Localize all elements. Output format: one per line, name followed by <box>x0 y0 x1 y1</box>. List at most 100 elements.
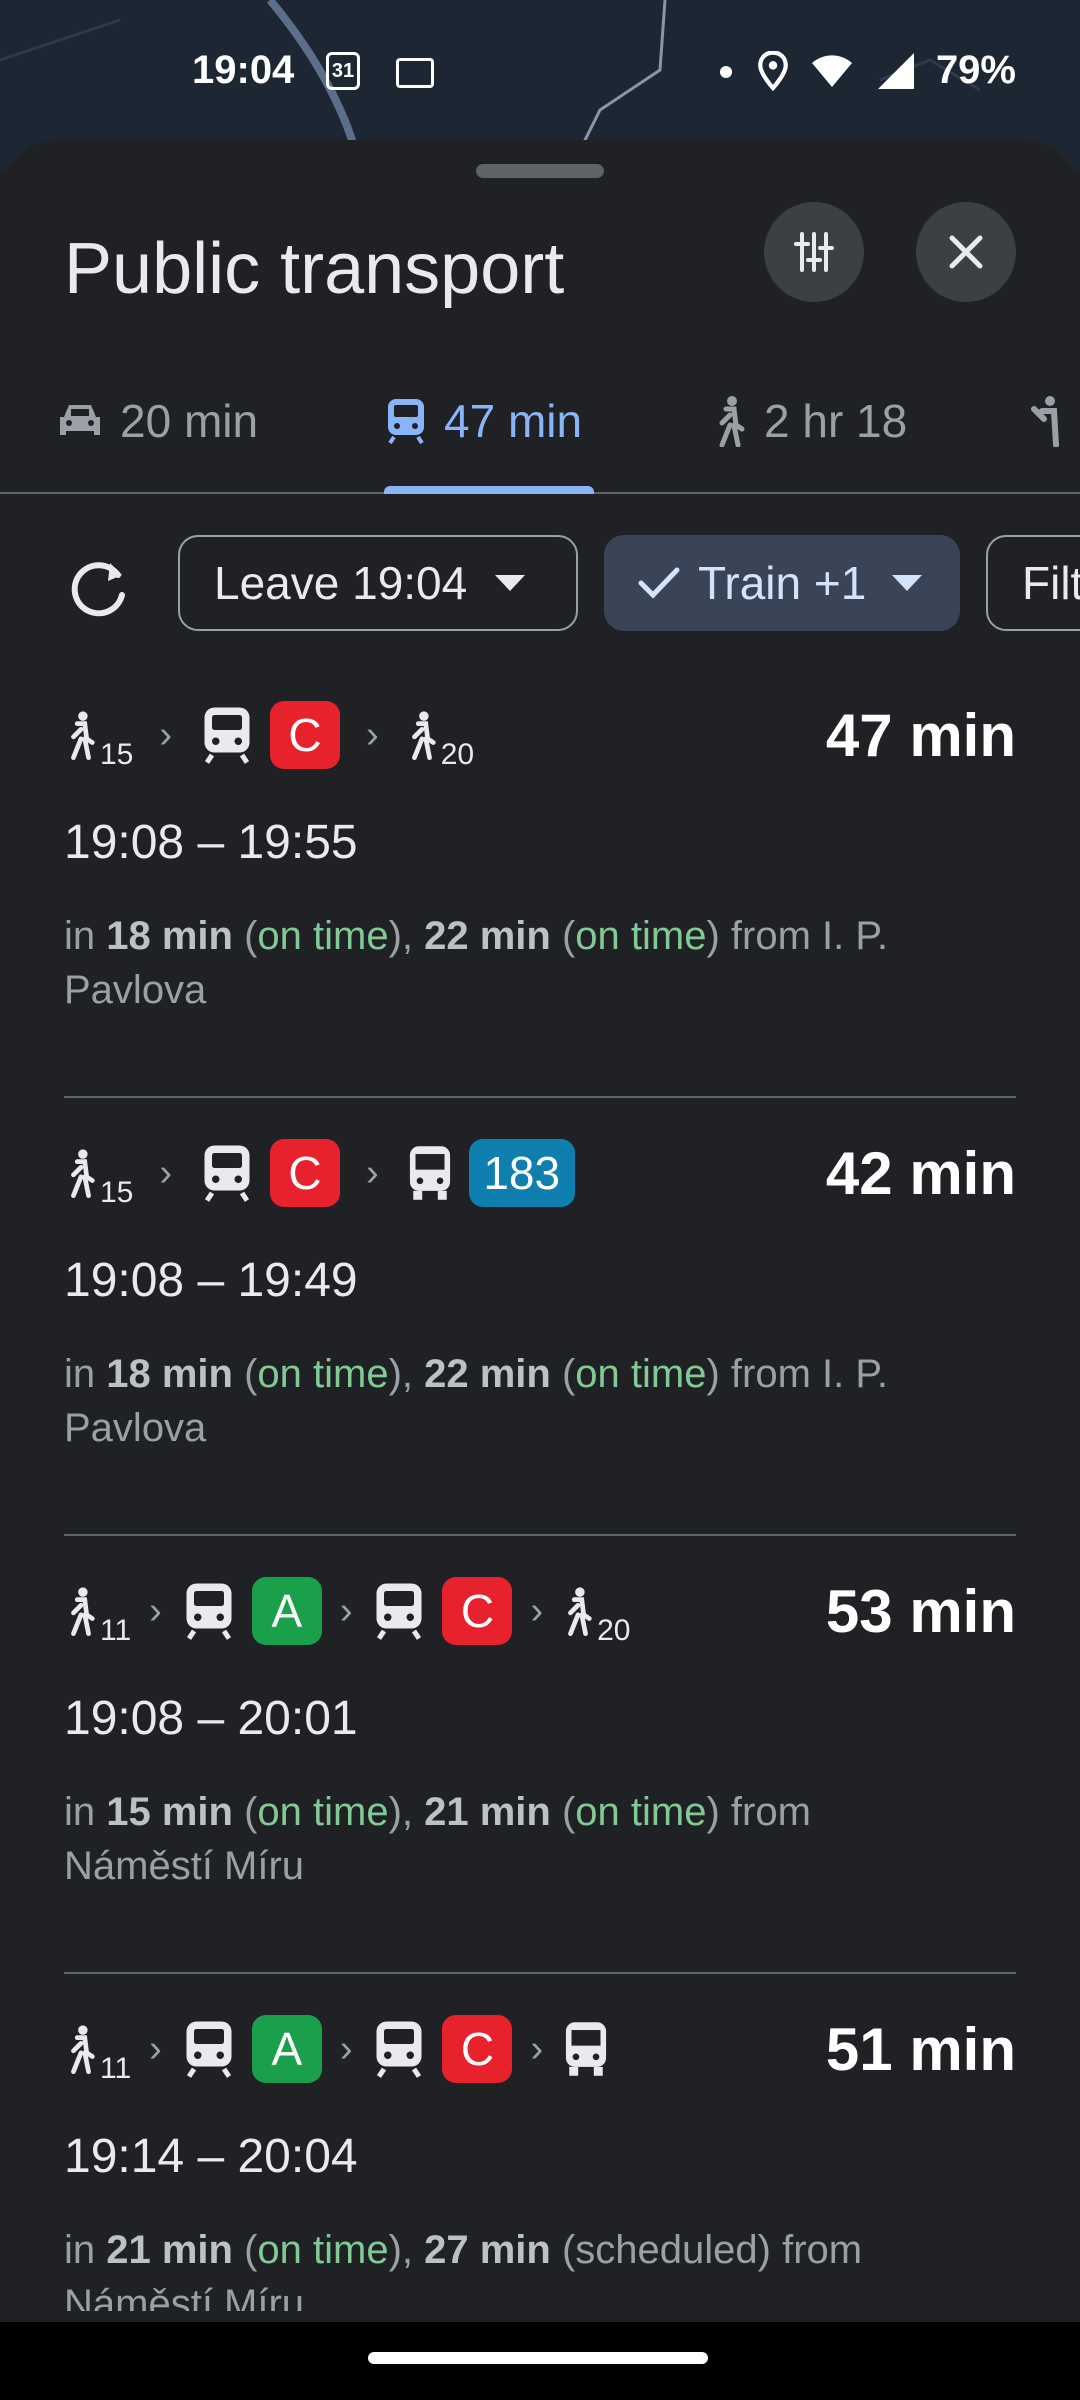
signal-icon <box>877 52 914 89</box>
home-gesture-pill[interactable] <box>368 2352 708 2364</box>
tab-driving-label: 20 min <box>120 395 259 447</box>
ride-hail-icon <box>1031 396 1059 447</box>
line-badge: A <box>251 2015 322 2083</box>
dropdown-arrow-icon <box>495 575 526 591</box>
line-badge: 183 <box>468 1139 575 1207</box>
tram-icon <box>198 1143 256 1203</box>
status-bar: 19:04 31 79% <box>0 0 1080 140</box>
walk-icon <box>568 1587 592 1637</box>
walk-icon <box>411 711 436 761</box>
departure-info: in 21 min (on time), 27 min (scheduled) … <box>64 2228 863 2311</box>
tab-driving[interactable]: 20 min <box>56 350 258 492</box>
walk-minutes: 15 <box>100 1176 134 1209</box>
bus-icon <box>561 2020 611 2078</box>
notification-dot-icon <box>720 66 732 78</box>
walk-minutes: 11 <box>100 2052 132 2085</box>
battery-level: 79% <box>935 48 1016 92</box>
wifi-icon <box>811 54 852 87</box>
walk-step: 20 <box>561 1580 631 1647</box>
route-duration: 47 min <box>825 702 1016 769</box>
line-badge: A <box>251 1577 322 1645</box>
filter-chips: Leave 19:04 Train +1 Filt <box>0 535 1080 635</box>
route-option[interactable]: 11 › A › C › 20 53 min 19:08 – 20:01 in … <box>0 1571 1080 1888</box>
walk-step: 11 <box>64 1580 131 1647</box>
walk-minutes: 11 <box>100 1614 132 1647</box>
refresh-icon[interactable] <box>64 555 134 625</box>
tram-icon <box>180 2019 238 2079</box>
route-duration: 53 min <box>825 1578 1016 1645</box>
travel-mode-tabs: 20 min 47 min 2 hr 18 <box>0 350 1080 494</box>
line-badge: C <box>270 1139 341 1207</box>
transit-mode-chip[interactable]: Train +1 <box>604 535 960 631</box>
system-nav-bar <box>0 2322 1080 2400</box>
chevron-right-icon: › <box>339 1589 353 1632</box>
route-option[interactable]: 15 › C › 183 42 min 19:08 – 19:49 in 18 … <box>0 1133 1080 1450</box>
leave-time-chip[interactable]: Leave 19:04 <box>178 535 578 631</box>
divider <box>64 1972 1016 1974</box>
transit-mode-label: Train +1 <box>698 557 867 609</box>
check-icon <box>638 567 680 599</box>
walk-icon <box>71 1149 95 1199</box>
car-icon <box>60 405 100 435</box>
image-icon <box>396 58 434 88</box>
tab-transit[interactable]: 47 min <box>384 350 582 492</box>
route-steps: 11 › A › C › <box>64 2009 611 2089</box>
walk-step: 15 <box>64 1142 133 1209</box>
filters-chip[interactable]: Filt <box>986 535 1080 631</box>
tab-transit-label: 47 min <box>444 395 583 447</box>
status-time: 19:04 <box>192 48 295 92</box>
walk-step: 15 <box>64 704 133 771</box>
tab-walking-label: 2 hr 18 <box>764 395 908 447</box>
chevron-right-icon: › <box>366 1151 379 1194</box>
chevron-right-icon: › <box>366 713 379 756</box>
chevron-right-icon: › <box>530 1589 544 1632</box>
route-steps: 11 › A › C › 20 <box>64 1571 631 1651</box>
route-duration: 42 min <box>825 1140 1016 1207</box>
line-badge: C <box>270 701 341 769</box>
walk-minutes: 15 <box>100 738 134 771</box>
route-times: 19:08 – 19:49 <box>64 1254 358 1307</box>
leave-time-label: Leave 19:04 <box>214 557 468 609</box>
bus-icon <box>405 1144 455 1202</box>
route-option[interactable]: 11 › A › C › 51 min 19:14 – 20:04 in 21 … <box>0 2009 1080 2329</box>
divider <box>64 1096 1016 1098</box>
chevron-right-icon: › <box>530 2027 544 2070</box>
active-tab-indicator <box>384 486 594 494</box>
chevron-right-icon: › <box>159 1151 173 1194</box>
walk-step: 20 <box>405 704 474 771</box>
tram-icon <box>198 705 256 765</box>
close-button[interactable] <box>916 202 1016 302</box>
chevron-right-icon: › <box>149 2027 162 2070</box>
route-steps: 15 › C › 20 <box>64 695 474 775</box>
walk-icon <box>719 396 745 447</box>
walk-minutes: 20 <box>597 1614 631 1647</box>
route-option[interactable]: 15 › C › 20 47 min 19:08 – 19:55 in 18 m… <box>0 695 1080 1012</box>
tab-ride[interactable] <box>1030 350 1070 492</box>
departure-info: in 18 min (on time), 22 min (on time) fr… <box>64 1352 888 1450</box>
transit-icon <box>388 399 424 445</box>
tab-walking[interactable]: 2 hr 18 <box>712 350 907 492</box>
tram-icon <box>180 1581 238 1641</box>
directions-sheet: Public transport 20 min 47 min 2 hr 18 L… <box>0 140 1080 2400</box>
dropdown-arrow-icon <box>892 575 923 591</box>
tram-icon <box>370 1581 428 1641</box>
divider <box>64 1534 1016 1536</box>
tram-icon <box>370 2019 428 2079</box>
walk-icon <box>71 2025 95 2075</box>
walk-minutes: 20 <box>440 738 475 771</box>
departure-info: in 15 min (on time), 21 min (on time) fr… <box>64 1790 811 1888</box>
walk-step: 11 <box>64 2018 131 2085</box>
route-times: 19:08 – 19:55 <box>64 816 358 869</box>
walk-icon <box>71 1587 95 1637</box>
page-title: Public transport <box>64 229 565 309</box>
tune-icon <box>794 232 834 272</box>
route-duration: 51 min <box>825 2016 1016 2083</box>
route-options-button[interactable] <box>764 202 864 302</box>
filters-chip-label: Filt <box>1022 557 1080 609</box>
chevron-right-icon: › <box>339 2027 353 2070</box>
drag-handle[interactable] <box>476 164 604 178</box>
route-times: 19:08 – 20:01 <box>64 1692 358 1745</box>
close-icon <box>949 235 983 269</box>
calendar-icon: 31 <box>326 52 360 90</box>
route-times: 19:14 – 20:04 <box>64 2130 358 2183</box>
